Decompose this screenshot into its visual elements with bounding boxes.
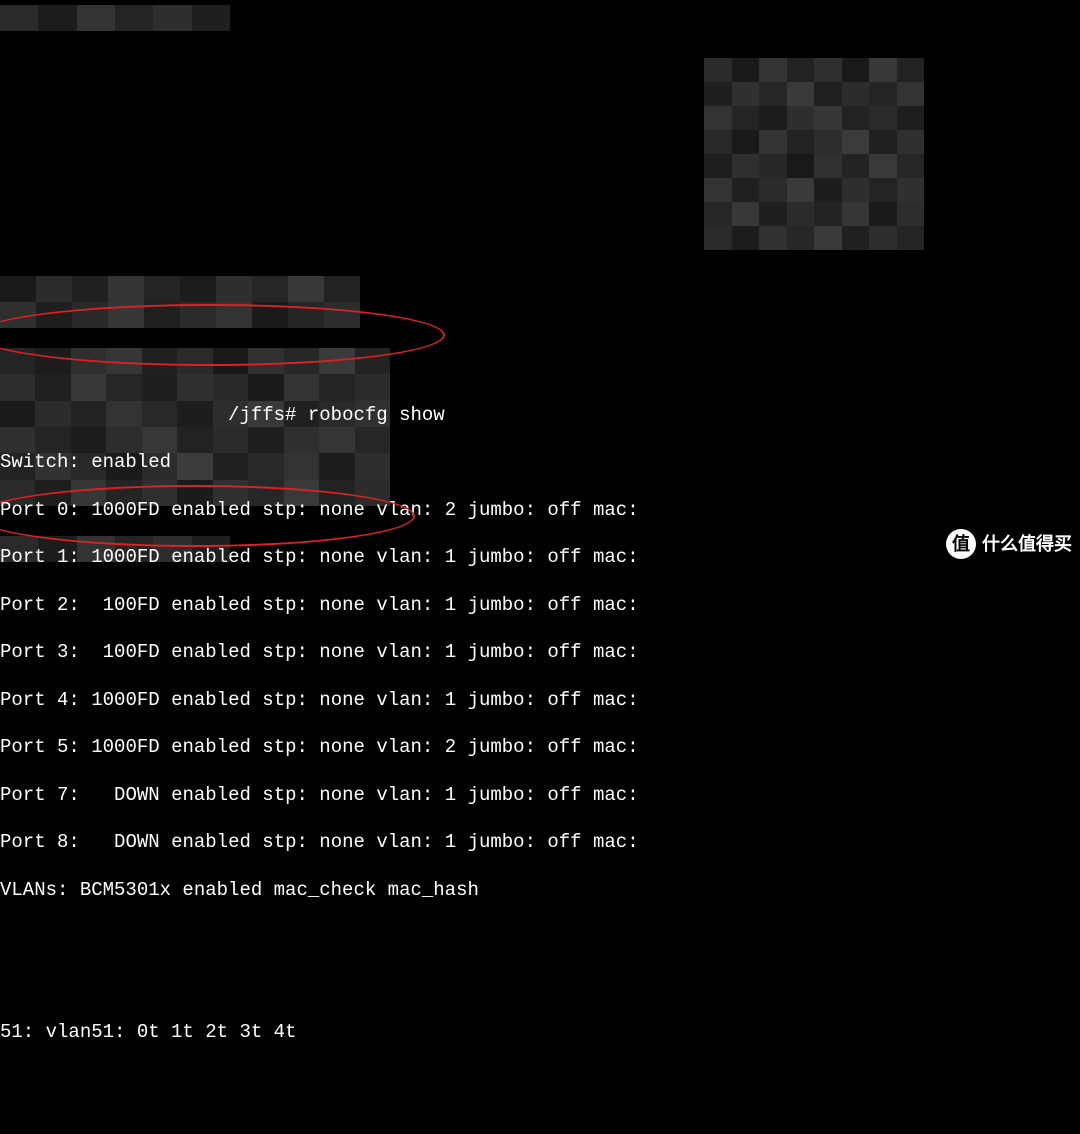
vlan51-line: 51: vlan51: 0t 1t 2t 3t 4t bbox=[0, 1021, 1080, 1045]
command-text: robocfg show bbox=[308, 404, 445, 426]
port-row: Port 8: DOWN enabled stp: none vlan: 1 j… bbox=[0, 831, 1080, 855]
blank-line bbox=[0, 1116, 1080, 1134]
watermark-text: 什么值得买 bbox=[982, 533, 1072, 556]
blank-line bbox=[0, 974, 1080, 998]
vlans-header: VLANs: BCM5301x enabled mac_check mac_ha… bbox=[0, 879, 1080, 903]
censored-vlan-region-1 bbox=[0, 276, 360, 328]
watermark: 值 什么值得买 bbox=[946, 529, 1072, 559]
port-row: Port 4: 1000FD enabled stp: none vlan: 1… bbox=[0, 689, 1080, 713]
port-row: Port 3: 100FD enabled stp: none vlan: 1 … bbox=[0, 641, 1080, 665]
port-row: Port 2: 100FD enabled stp: none vlan: 1 … bbox=[0, 594, 1080, 618]
annotation-ellipse-vlan51 bbox=[0, 304, 445, 366]
port-row: Port 1: 1000FD enabled stp: none vlan: 1… bbox=[0, 546, 1080, 570]
watermark-badge-icon: 值 bbox=[946, 529, 976, 559]
prompt-path: /jffs# bbox=[228, 404, 296, 426]
terminal-output: /jffs# robocfg show Switch: enabled Port… bbox=[0, 380, 1080, 1134]
censored-prompt-region bbox=[0, 5, 230, 31]
port-row: Port 7: DOWN enabled stp: none vlan: 1 j… bbox=[0, 784, 1080, 808]
blank-line bbox=[0, 926, 1080, 950]
blank-line bbox=[0, 1069, 1080, 1093]
censored-mac-region bbox=[704, 58, 924, 250]
port-row: Port 0: 1000FD enabled stp: none vlan: 2… bbox=[0, 499, 1080, 523]
port-row: Port 5: 1000FD enabled stp: none vlan: 2… bbox=[0, 736, 1080, 760]
prompt-line[interactable]: /jffs# robocfg show bbox=[0, 404, 1080, 428]
switch-status: Switch: enabled bbox=[0, 451, 1080, 475]
